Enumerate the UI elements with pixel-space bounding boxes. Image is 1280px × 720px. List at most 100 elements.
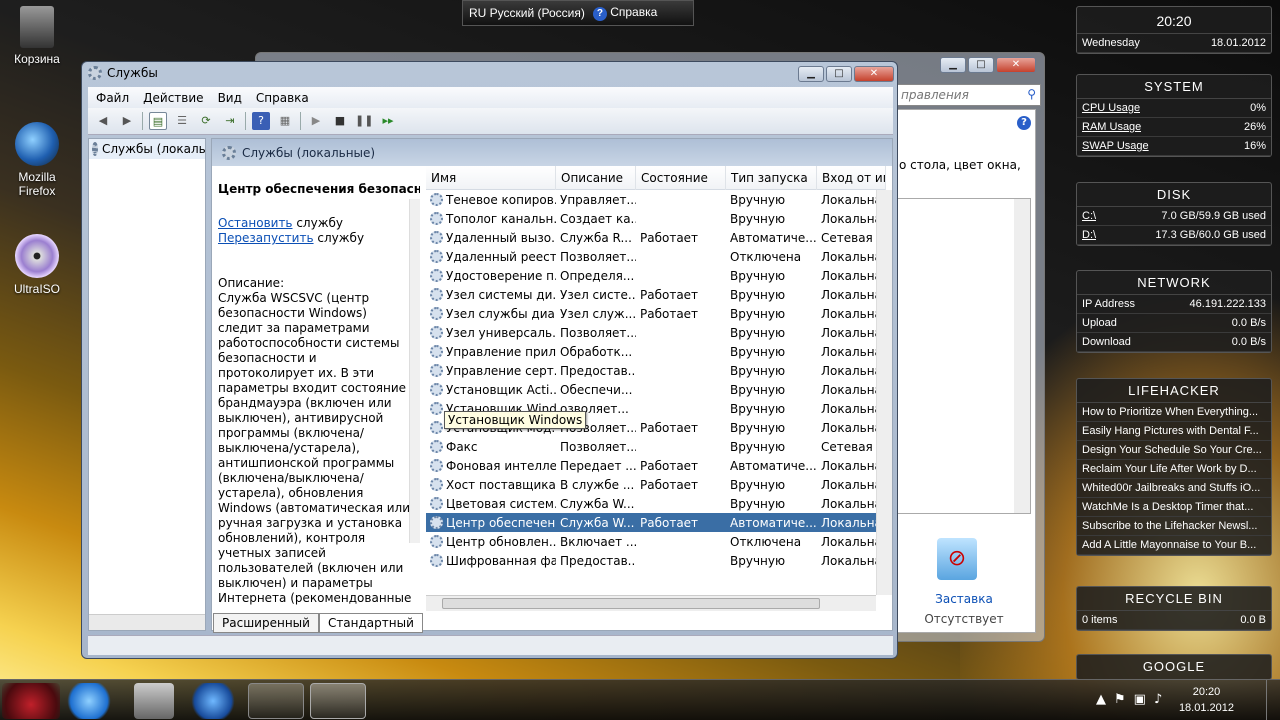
console-tree[interactable]: Службы (локальные) (88, 138, 206, 631)
cell-text: Вручную (730, 477, 786, 492)
table-row[interactable]: Тополог канальн... Создает ка... Вручную Ло… (426, 209, 886, 228)
language-indicator[interactable]: RU Русский (Россия) (469, 6, 585, 20)
table-row[interactable]: Управление прил... Обработк... Вручную Лока… (426, 342, 886, 361)
table-row[interactable]: Узел универсаль... Позволяет... Вручную Лок… (426, 323, 886, 342)
table-row[interactable]: Центр обеспечен... Служба W... Работает Авт… (426, 513, 886, 532)
language-bar[interactable]: RU Русский (Россия) ? Справка (462, 0, 694, 26)
bg-listbox[interactable] (897, 198, 1031, 514)
feed-item[interactable]: How to Prioritize When Everything... (1077, 403, 1271, 422)
screensaver-icon[interactable]: ⊘ (937, 538, 977, 580)
show-desktop-button[interactable] (1266, 680, 1280, 720)
bg-listbox-scrollbar[interactable] (1014, 199, 1030, 513)
search-icon[interactable]: ⚲ (1027, 87, 1036, 101)
recycle-bin-gadget[interactable]: RECYCLE BIN 0 items 0.0 B (1076, 586, 1272, 631)
console-tree-icon[interactable]: ▤ (149, 112, 167, 130)
menu-help[interactable]: Справка (256, 91, 309, 105)
table-row[interactable]: Удаленный реестр Позволяет... Отключена Лок… (426, 247, 886, 266)
disk-gadget[interactable]: DISK C:\ 7.0 GB/59.9 GB used D:\ 17.3 GB/6… (1076, 182, 1272, 246)
column-startup-type[interactable]: Тип запуска (726, 166, 817, 190)
services-window[interactable]: Службы ▁ □ ✕ Файл Действие Вид Справка ◀ ▶… (81, 61, 898, 659)
system-gadget[interactable]: SYSTEM CPU Usage 0% RAM Usage 26% SWAP Usa… (1076, 74, 1272, 157)
tab-extended[interactable]: Расширенный (213, 613, 319, 633)
column-logon[interactable]: Вход от имени (817, 166, 886, 190)
screensaver-link[interactable]: Заставка (897, 592, 1031, 606)
lifehacker-gadget[interactable]: LIFEHACKER How to Prioritize When Everyt… (1076, 378, 1272, 556)
forward-arrow-icon[interactable]: ▶ (118, 112, 136, 130)
export-list-icon[interactable]: ⇥ (221, 112, 239, 130)
services-table[interactable]: Имя Описание Состояние Тип запуска Вход … (426, 166, 886, 594)
close-button[interactable]: ✕ (996, 57, 1036, 73)
feed-item[interactable]: Whited00r Jailbreaks and Stuffs iO... (1077, 479, 1271, 498)
scroll-thumb[interactable] (442, 598, 820, 609)
start-button[interactable] (2, 683, 60, 719)
services-taskbar-icon[interactable] (248, 683, 304, 719)
table-row[interactable]: Узел службы диа... Узел служ... Работает Вр… (426, 304, 886, 323)
table-row[interactable]: Фоновая интелле... Передает ... Работает Ав… (426, 456, 886, 475)
feed-item[interactable]: Add A Little Mayonnaise to Your B... (1077, 536, 1271, 555)
help-icon[interactable]: ? (1017, 114, 1031, 130)
maximize-button[interactable]: □ (826, 66, 852, 82)
table-row[interactable]: Шифрованная фа... Предостав... Вручную Лока… (426, 551, 886, 570)
clock-gadget[interactable]: 20:20 Wednesday 18.01.2012 (1076, 6, 1272, 54)
network-icon[interactable]: ▣ (1134, 692, 1154, 707)
feed-item[interactable]: Easily Hang Pictures with Dental F... (1077, 422, 1271, 441)
table-row[interactable]: Хост поставщика... В службе ... Работает Вр… (426, 475, 886, 494)
column-status[interactable]: Состояние (636, 166, 726, 190)
table-row[interactable]: Удостоверение п... Определя... Вручную Лока… (426, 266, 886, 285)
menu-action[interactable]: Действие (143, 91, 203, 105)
feed-item[interactable]: Design Your Schedule So Your Cre... (1077, 441, 1271, 460)
stop-service-link[interactable]: Остановить (218, 216, 293, 230)
table-horizontal-scrollbar[interactable] (426, 595, 876, 611)
restart-service-icon[interactable]: ▸▸ (379, 112, 397, 130)
ie-icon[interactable] (64, 683, 114, 719)
file-manager-icon[interactable] (134, 683, 174, 719)
show-hidden-icons-icon[interactable]: ▲ (1096, 692, 1114, 707)
toolbox-taskbar-icon[interactable] (310, 683, 366, 719)
table-row[interactable]: Факс Позволяет... Вручную Сетевая с (426, 437, 886, 456)
menu-file[interactable]: Файл (96, 91, 129, 105)
minimize-button[interactable]: ▁ (798, 66, 824, 82)
table-row[interactable]: Теневое копиров... Управляет... Вручную Лок… (426, 190, 886, 209)
network-gadget[interactable]: NETWORK IP Address 46.191.222.133 Upload 0… (1076, 270, 1272, 353)
recycle-bin-desktop-icon[interactable]: Корзина (0, 6, 74, 66)
help-icon[interactable]: ? (252, 112, 270, 130)
taskbar-clock[interactable]: 20:20 18.01.2012 (1179, 684, 1234, 716)
tree-horizontal-scrollbar[interactable] (89, 614, 205, 630)
restart-service-link[interactable]: Перезапустить (218, 231, 314, 245)
media-player-icon[interactable] (188, 683, 238, 719)
show-hide-icon[interactable]: ▦ (276, 112, 294, 130)
tab-standard[interactable]: Стандартный (318, 613, 423, 633)
pause-service-icon[interactable]: ❚❚ (355, 112, 373, 130)
search-box[interactable]: правления ⚲ (896, 84, 1041, 106)
table-row[interactable]: Удаленный вызо... Служба R... Работает Авто… (426, 228, 886, 247)
table-row[interactable]: Установщик Acti... Обеспечи... Вручную Лока… (426, 380, 886, 399)
details-scrollbar[interactable] (409, 199, 420, 543)
cell-text: Вручную (730, 401, 786, 416)
flag-icon[interactable]: ⚑ (1114, 692, 1134, 707)
google-gadget[interactable]: GOOGLE (1076, 654, 1272, 680)
feed-item[interactable]: Reclaim Your Life After Work by D... (1077, 460, 1271, 479)
volume-icon[interactable]: ♪ (1154, 692, 1170, 707)
menu-view[interactable]: Вид (218, 91, 242, 105)
table-row[interactable]: Цветовая систем... Служба W... Вручную Лока… (426, 494, 886, 513)
start-service-icon[interactable]: ▶ (307, 112, 325, 130)
ultraiso-desktop-icon[interactable]: UltraISO (0, 234, 74, 296)
firefox-desktop-icon[interactable]: Mozilla Firefox (0, 122, 74, 198)
stop-service-icon[interactable]: ■ (331, 112, 349, 130)
properties-icon[interactable]: ☰ (173, 112, 191, 130)
feed-item[interactable]: WatchMe Is a Desktop Timer that... (1077, 498, 1271, 517)
tree-node-services[interactable]: Службы (локальные) (89, 139, 205, 159)
table-row[interactable]: Управление серт... Предостав... Вручную Лок… (426, 361, 886, 380)
column-description[interactable]: Описание (556, 166, 636, 190)
table-row[interactable]: Узел системы ди... Узел систе... Работает В… (426, 285, 886, 304)
close-button[interactable]: ✕ (854, 66, 894, 82)
help-button[interactable]: ? Справка (592, 5, 657, 21)
feed-item[interactable]: Subscribe to the Lifehacker Newsl... (1077, 517, 1271, 536)
table-vertical-scrollbar[interactable] (876, 190, 892, 595)
back-arrow-icon[interactable]: ◀ (94, 112, 112, 130)
maximize-button[interactable]: □ (968, 57, 994, 73)
refresh-icon[interactable]: ⟳ (197, 112, 215, 130)
column-name[interactable]: Имя (426, 166, 556, 190)
table-row[interactable]: Центр обновлен... Включает ... Отключена Ло… (426, 532, 886, 551)
minimize-button[interactable]: ▁ (940, 57, 966, 73)
